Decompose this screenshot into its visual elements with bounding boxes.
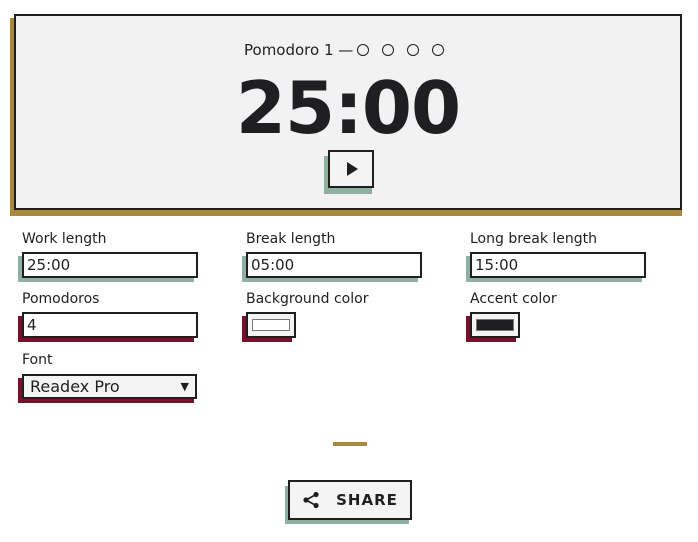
accent-color-swatch (476, 319, 514, 331)
work-length-label: Work length (22, 231, 107, 247)
break-length-input[interactable]: 05:00 (246, 252, 422, 278)
font-select[interactable]: Readex Pro ▼ (22, 374, 197, 399)
break-length-label: Break length (246, 231, 336, 247)
cycle-label: Pomodoro 1 — (244, 41, 354, 59)
accent-color-label: Accent color (470, 291, 557, 307)
play-button[interactable] (328, 150, 374, 188)
pomodoro-dot (382, 44, 395, 56)
long-break-length-label: Long break length (470, 231, 598, 247)
font-select-value: Readex Pro (30, 377, 120, 396)
long-break-length-input[interactable]: 15:00 (470, 252, 646, 278)
divider (333, 442, 367, 446)
play-icon (347, 162, 358, 176)
work-length-input[interactable]: 25:00 (22, 252, 198, 278)
share-label: SHARE (336, 491, 398, 509)
pomodoros-input[interactable]: 4 (22, 312, 198, 338)
font-label: Font (22, 352, 53, 368)
pomodoro-dots (357, 44, 457, 56)
background-color-swatch (252, 319, 290, 331)
chevron-down-icon: ▼ (180, 380, 189, 393)
background-color-label: Background color (246, 291, 369, 307)
timer-display: 25:00 (235, 66, 461, 150)
accent-color-picker[interactable] (470, 312, 520, 338)
share-icon (302, 491, 320, 509)
cycle-indicator: Pomodoro 1 — (244, 40, 457, 60)
pomodoro-dot (432, 44, 445, 56)
timer-card: Pomodoro 1 — 25:00 (14, 14, 682, 210)
pomodoros-label: Pomodoros (22, 291, 100, 307)
pomodoro-dot (357, 44, 370, 56)
background-color-picker[interactable] (246, 312, 296, 338)
share-button[interactable]: SHARE (288, 480, 412, 520)
pomodoro-dot (407, 44, 420, 56)
